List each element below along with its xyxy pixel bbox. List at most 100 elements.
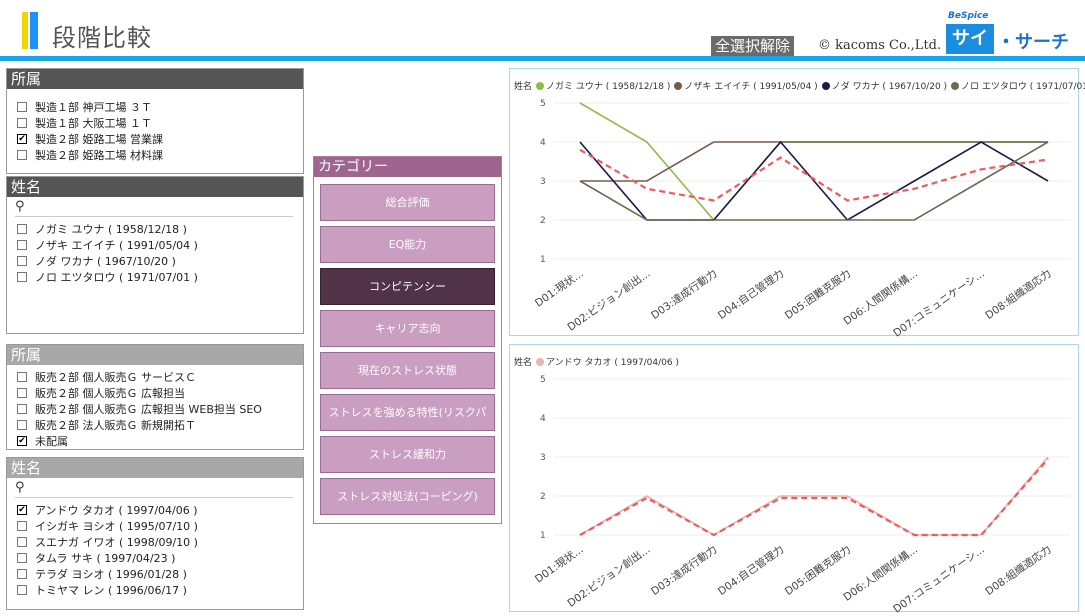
checkbox[interactable] <box>17 224 27 234</box>
y-tick-label: 2 <box>540 216 546 226</box>
clear-selection-button[interactable]: 全選択解除 <box>711 36 795 56</box>
filter-item[interactable]: 販売２部 個人販売Ｇ 広報担当 WEB担当 SEO <box>17 401 303 417</box>
filter-item[interactable]: トミヤマ レン ( 1996/06/17 ) <box>17 582 303 598</box>
checkbox[interactable] <box>17 240 27 250</box>
checkbox[interactable]: ✔ <box>17 436 27 446</box>
filter-item[interactable]: ノガミ ユウナ ( 1958/12/18 ) <box>17 221 303 237</box>
filter-item[interactable]: ノダ ワカナ ( 1967/10/20 ) <box>17 253 303 269</box>
x-tick-label: D08:組織適応力 <box>983 543 1054 598</box>
y-tick-label: 4 <box>540 414 546 424</box>
name-list: ✔ アンドウ タカオ ( 1997/04/06 ) イシガキ ヨシオ ( 1995/… <box>7 502 303 598</box>
x-tick-label: D04:自己管理力 <box>715 543 786 598</box>
y-tick-label: 1 <box>540 531 546 541</box>
filter-item[interactable]: 販売２部 個人販売Ｇ サービスＣ <box>17 369 303 385</box>
checkbox[interactable] <box>17 150 27 160</box>
name-search-input[interactable]: ⚲ <box>15 480 293 498</box>
filter-item[interactable]: ✔ 製造２部 姫路工場 営業課 <box>17 131 303 147</box>
filter-item-label: ノザキ エイイチ ( 1991/05/04 ) <box>35 239 198 252</box>
filter-item[interactable]: 製造２部 姫路工場 材料課 <box>17 147 303 163</box>
x-tick-label: D01:現状... <box>532 267 585 310</box>
checkbox[interactable] <box>17 256 27 266</box>
line-chart-svg: 12345D01:現状...D02:ビジョン創出...D03:達成行動力D04:… <box>532 375 1070 613</box>
filter-item[interactable]: 販売２部 個人販売Ｇ 広報担当 <box>17 385 303 401</box>
filter-item-label: 製造１部 大阪工場 １Ｔ <box>35 117 152 130</box>
y-tick-label: 3 <box>540 453 546 463</box>
filter-item-label: 製造２部 姫路工場 営業課 <box>35 133 163 146</box>
filter-item[interactable]: ノロ エツタロウ ( 1971/07/01 ) <box>17 269 303 285</box>
x-tick-label: D04:自己管理力 <box>715 267 786 322</box>
filter-item[interactable]: スエナガ イワオ ( 1998/09/10 ) <box>17 534 303 550</box>
brand-logo-text: ・サーチ <box>997 32 1069 53</box>
search-icon: ⚲ <box>15 480 25 495</box>
filter-item[interactable]: タムラ サキ ( 1997/04/23 ) <box>17 550 303 566</box>
name-filter-1: 姓名 ⚲ ノガミ ユウナ ( 1958/12/18 ) ノザキ エイイチ ( 19… <box>6 176 304 334</box>
filter-item[interactable]: 製造１部 神戸工場 ３Ｔ <box>17 99 303 115</box>
filter-item-label: 未配属 <box>35 435 68 448</box>
filter-item-label: テラダ ヨシオ ( 1996/01/28 ) <box>35 568 187 581</box>
checkbox[interactable] <box>17 404 27 414</box>
category-button[interactable]: コンピテンシー <box>320 268 495 305</box>
average-line <box>579 148 1049 202</box>
line-chart-svg: 12345D01:現状...D02:ビジョン創出...D03:達成行動力D04:… <box>532 99 1070 337</box>
affiliation-filter-1: 所属 製造１部 神戸工場 ３Ｔ 製造１部 大阪工場 １Ｔ ✔ 製造２部 姫路工場 営業… <box>6 68 304 174</box>
search-icon: ⚲ <box>15 199 25 214</box>
category-button[interactable]: ストレスを強める特性(リスクパタ... <box>320 394 495 454</box>
checkbox[interactable] <box>17 569 27 579</box>
x-tick-label: D03:達成行動力 <box>649 543 720 598</box>
x-tick-label: D05:困難克服力 <box>782 543 853 598</box>
x-tick-label: D08:組織適応力 <box>983 267 1054 322</box>
category-button[interactable]: ストレス対処法(コーピング) <box>320 478 495 515</box>
category-button[interactable]: キャリア志向 <box>320 310 495 347</box>
filter-item[interactable]: テラダ ヨシオ ( 1996/01/28 ) <box>17 566 303 582</box>
series-line[interactable] <box>579 102 1048 222</box>
category-panel: カテゴリー 総合評価 EQ能力 コンピテンシー キャリア志向 現在のストレス状態 ストレス… <box>313 156 502 524</box>
filter-item-label: タムラ サキ ( 1997/04/23 ) <box>35 552 176 565</box>
affiliation-filter-title: 所属 <box>7 345 303 365</box>
checkbox[interactable] <box>17 553 27 563</box>
filter-item[interactable]: イシガキ ヨシオ ( 1995/07/10 ) <box>17 518 303 534</box>
category-button[interactable]: 現在のストレス状態 <box>320 352 495 389</box>
checkbox[interactable] <box>17 521 27 531</box>
filter-item[interactable]: ✔ 未配属 <box>17 433 303 449</box>
checkbox[interactable] <box>17 585 27 595</box>
name-search-input[interactable]: ⚲ <box>15 199 293 217</box>
category-button[interactable]: EQ能力 <box>320 226 495 263</box>
y-tick-label: 3 <box>540 177 546 187</box>
checkbox[interactable] <box>17 388 27 398</box>
filter-item[interactable]: ノザキ エイイチ ( 1991/05/04 ) <box>17 237 303 253</box>
checkbox[interactable] <box>17 102 27 112</box>
checkbox[interactable] <box>17 118 27 128</box>
filter-item-label: 販売２部 個人販売Ｇ 広報担当 <box>35 387 185 400</box>
name-filter-2: 姓名 ⚲ ✔ アンドウ タカオ ( 1997/04/06 ) イシガキ ヨシオ ( … <box>6 457 304 610</box>
checkbox[interactable] <box>17 420 27 430</box>
checkbox[interactable] <box>17 272 27 282</box>
filter-item[interactable]: 製造１部 大阪工場 １Ｔ <box>17 115 303 131</box>
filter-item-label: ノダ ワカナ ( 1967/10/20 ) <box>35 255 176 268</box>
checkbox[interactable]: ✔ <box>17 505 27 515</box>
brand-logo-box: サイ <box>946 24 994 54</box>
name-list: ノガミ ユウナ ( 1958/12/18 ) ノザキ エイイチ ( 1991/05… <box>7 221 303 285</box>
filter-item-label: ノガミ ユウナ ( 1958/12/18 ) <box>35 223 187 236</box>
y-tick-label: 1 <box>540 255 546 265</box>
y-tick-label: 2 <box>540 492 546 502</box>
filter-item-label: 販売２部 個人販売Ｇ サービスＣ <box>35 371 196 384</box>
x-tick-label: D03:達成行動力 <box>649 267 720 322</box>
checkbox[interactable]: ✔ <box>17 134 27 144</box>
average-line <box>579 458 1049 537</box>
affiliation-filter-2: 所属 販売２部 個人販売Ｇ サービスＣ 販売２部 個人販売Ｇ 広報担当販売２部 個… <box>6 344 304 450</box>
category-button[interactable]: ストレス緩和力 <box>320 436 495 473</box>
checkbox[interactable] <box>17 537 27 547</box>
series-line[interactable] <box>580 141 1048 182</box>
y-tick-label: 5 <box>540 375 546 385</box>
filter-item-label: 販売２部 個人販売Ｇ 広報担当 WEB担当 SEO <box>35 403 262 416</box>
filter-item[interactable]: ✔ アンドウ タカオ ( 1997/04/06 ) <box>17 502 303 518</box>
filter-item-label: 製造２部 姫路工場 材料課 <box>35 149 163 162</box>
comparison-chart-bottom: 姓名 アンドウ タカオ ( 1997/04/06 ) 1 2 3 4 5 D01:現状...… <box>509 344 1079 613</box>
category-button[interactable]: 総合評価 <box>320 184 495 221</box>
checkbox[interactable] <box>17 372 27 382</box>
category-title: カテゴリー <box>314 157 501 177</box>
name-filter-title: 姓名 <box>7 177 303 197</box>
header-divider <box>0 56 1085 61</box>
filter-item[interactable]: 販売２部 法人販売Ｇ 新規開拓Ｔ <box>17 417 303 433</box>
filter-item-label: トミヤマ レン ( 1996/06/17 ) <box>35 584 187 597</box>
